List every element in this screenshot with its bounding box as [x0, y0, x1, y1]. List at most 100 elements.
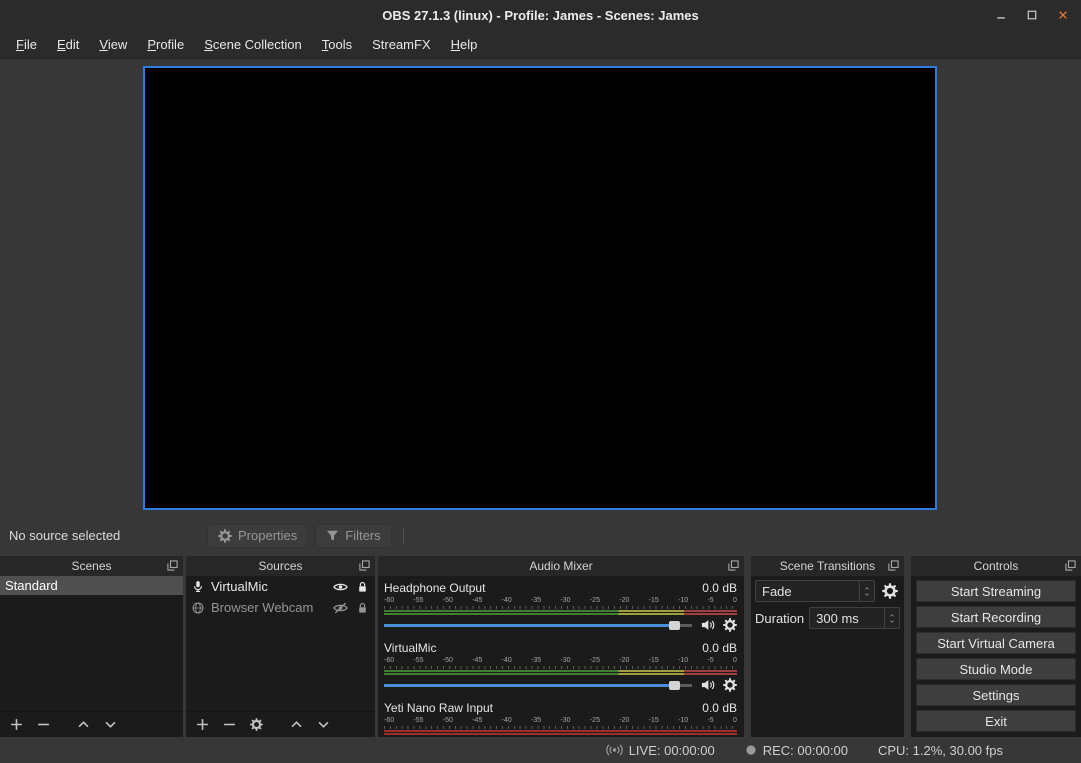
- live-time: LIVE: 00:00:00: [629, 743, 715, 758]
- move-source-down-icon[interactable]: [317, 718, 330, 731]
- start-virtual-camera-button[interactable]: Start Virtual Camera: [916, 632, 1076, 654]
- scenes-dock-title: Scenes: [71, 559, 111, 573]
- close-icon[interactable]: [1053, 6, 1073, 24]
- duration-spinbox[interactable]: 300 ms: [809, 607, 900, 629]
- tick-label: -10: [678, 717, 688, 725]
- duration-value: 300 ms: [810, 608, 884, 628]
- source-item-browser-webcam[interactable]: Browser Webcam: [186, 597, 375, 618]
- scene-transitions-dock: Scene Transitions Fade Duration: [751, 556, 904, 737]
- tick-label: -5: [707, 597, 713, 605]
- channel-name: Yeti Nano Raw Input: [384, 701, 493, 716]
- popout-dock-icon[interactable]: [359, 560, 370, 571]
- maximize-icon[interactable]: [1022, 6, 1042, 24]
- globe-icon: [192, 602, 204, 614]
- move-source-up-icon[interactable]: [290, 718, 303, 731]
- start-streaming-button[interactable]: Start Streaming: [916, 580, 1076, 602]
- visibility-eye-icon[interactable]: [333, 581, 348, 593]
- volume-meter: [384, 610, 737, 615]
- menu-tools[interactable]: Tools: [312, 33, 362, 56]
- tick-label: -15: [649, 717, 659, 725]
- popout-dock-icon[interactable]: [167, 560, 178, 571]
- tick-label: -15: [649, 657, 659, 665]
- menu-bar: File Edit View Profile Scene Collection …: [0, 30, 1081, 59]
- volume-slider[interactable]: [384, 678, 692, 692]
- scenes-dock: Scenes Standard: [0, 556, 183, 737]
- menu-streamfx[interactable]: StreamFX: [362, 33, 441, 56]
- channel-level: 0.0 dB: [702, 581, 737, 596]
- speaker-icon[interactable]: [700, 678, 715, 692]
- tick-label: -50: [443, 597, 453, 605]
- studio-mode-button[interactable]: Studio Mode: [916, 658, 1076, 680]
- tick-label: -50: [443, 657, 453, 665]
- visibility-eye-slash-icon[interactable]: [333, 602, 348, 614]
- speaker-icon[interactable]: [700, 618, 715, 632]
- volume-meter: [384, 670, 737, 675]
- remove-source-icon[interactable]: [223, 718, 236, 731]
- mixer-channel-yeti-nano: Yeti Nano Raw Input 0.0 dB -60-55-50-45-…: [384, 701, 737, 735]
- meter-scale: -60-55-50-45-40-35-30-25-20-15-10-50: [384, 717, 737, 725]
- transition-select[interactable]: Fade: [755, 580, 875, 602]
- slider-handle[interactable]: [669, 681, 680, 690]
- menu-edit[interactable]: Edit: [47, 33, 89, 56]
- obs-window: OBS 27.1.3 (linux) - Profile: James - Sc…: [0, 0, 1081, 763]
- source-properties-gear-icon[interactable]: [250, 718, 263, 731]
- transitions-dock-title: Scene Transitions: [780, 559, 875, 573]
- cpu-fps-stats: CPU: 1.2%, 30.00 fps: [878, 743, 1003, 758]
- start-recording-button[interactable]: Start Recording: [916, 606, 1076, 628]
- minimize-icon[interactable]: [991, 6, 1011, 24]
- menu-view[interactable]: View: [89, 33, 137, 56]
- tick-label: -55: [413, 657, 423, 665]
- tick-label: -25: [590, 717, 600, 725]
- microphone-icon: [192, 580, 204, 593]
- volume-slider[interactable]: [384, 618, 692, 632]
- menu-help[interactable]: Help: [441, 33, 488, 56]
- exit-button[interactable]: Exit: [916, 710, 1076, 732]
- lock-icon[interactable]: [357, 602, 368, 614]
- tick-label: -40: [502, 657, 512, 665]
- popout-dock-icon[interactable]: [1065, 560, 1076, 571]
- tick-label: -5: [707, 717, 713, 725]
- meter-scale: -60-55-50-45-40-35-30-25-20-15-10-50: [384, 657, 737, 665]
- menu-profile[interactable]: Profile: [137, 33, 194, 56]
- move-scene-up-icon[interactable]: [77, 718, 90, 731]
- tick-label: -45: [472, 597, 482, 605]
- audio-mixer-dock: Audio Mixer Headphone Output 0.0 dB -60-…: [378, 556, 744, 737]
- tick-label: 0: [733, 597, 737, 605]
- menu-file[interactable]: File: [6, 33, 47, 56]
- spinbox-arrows[interactable]: [884, 608, 899, 628]
- source-name: Browser Webcam: [211, 600, 313, 615]
- source-item-virtualmic[interactable]: VirtualMic: [186, 576, 375, 597]
- add-source-icon[interactable]: [196, 718, 209, 731]
- move-scene-down-icon[interactable]: [104, 718, 117, 731]
- popout-dock-icon[interactable]: [888, 560, 899, 571]
- tick-label: -35: [531, 597, 541, 605]
- popout-dock-icon[interactable]: [728, 560, 739, 571]
- toolbar-separator: [403, 527, 404, 545]
- channel-settings-gear-icon[interactable]: [723, 678, 737, 692]
- filters-button[interactable]: Filters: [315, 524, 391, 548]
- tick-label: -45: [472, 717, 482, 725]
- add-scene-icon[interactable]: [10, 718, 23, 731]
- channel-settings-gear-icon[interactable]: [723, 618, 737, 632]
- properties-button[interactable]: Properties: [207, 524, 308, 548]
- sources-dock-title: Sources: [258, 559, 302, 573]
- transition-selected-value: Fade: [756, 581, 859, 601]
- tick-label: -45: [472, 657, 482, 665]
- lock-icon[interactable]: [357, 581, 368, 593]
- preview-canvas[interactable]: [143, 66, 937, 510]
- meter-ticks: [384, 606, 737, 609]
- slider-handle[interactable]: [669, 621, 680, 630]
- scene-item-standard[interactable]: Standard: [0, 576, 183, 595]
- remove-scene-icon[interactable]: [37, 718, 50, 731]
- tick-label: -30: [560, 657, 570, 665]
- window-title: OBS 27.1.3 (linux) - Profile: James - Sc…: [0, 0, 1081, 30]
- tick-label: -35: [531, 657, 541, 665]
- rec-time: REC: 00:00:00: [763, 743, 848, 758]
- filters-label: Filters: [345, 528, 380, 543]
- record-dot-icon: [745, 744, 757, 756]
- tick-label: -50: [443, 717, 453, 725]
- settings-button[interactable]: Settings: [916, 684, 1076, 706]
- transition-settings-gear-icon[interactable]: [880, 581, 900, 601]
- menu-scene-collection[interactable]: Scene Collection: [194, 33, 312, 56]
- channel-name: Headphone Output: [384, 581, 485, 596]
